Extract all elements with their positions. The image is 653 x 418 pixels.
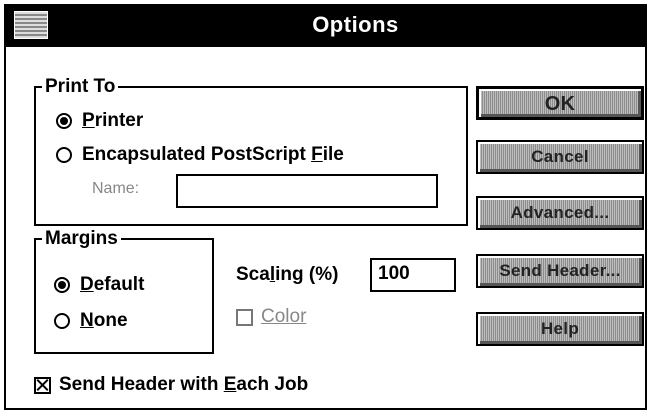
color-checkbox-box[interactable] — [236, 308, 253, 326]
ok-button[interactable]: OK — [476, 86, 644, 120]
scaling-label-prefix: Sca — [236, 264, 270, 285]
title-bar: Options — [6, 6, 645, 47]
send-header-label-prefix: Send Header with — [59, 374, 224, 395]
eps-label-suffix: ile — [322, 144, 344, 165]
default-radio-label: Default — [80, 274, 144, 296]
eps-mnemonic: F — [311, 144, 323, 165]
none-radio-label: None — [80, 310, 128, 332]
default-mnemonic: D — [80, 274, 94, 295]
printer-radio[interactable]: Printer — [56, 110, 143, 132]
color-checkbox[interactable]: Color — [236, 306, 306, 328]
margins-legend: Margins — [42, 229, 121, 249]
eps-file-radio[interactable]: Encapsulated PostScript File — [56, 144, 344, 166]
send-header-mnemonic: E — [223, 374, 237, 395]
none-label-rest: one — [93, 310, 128, 331]
none-radio-button[interactable] — [54, 313, 70, 329]
color-label: Color — [261, 306, 307, 327]
send-header-button[interactable]: Send Header... — [476, 254, 644, 288]
send-header-each-job-label: Send Header with Each Job — [59, 374, 308, 396]
printer-radio-button[interactable] — [56, 113, 72, 129]
none-mnemonic: N — [80, 310, 94, 331]
send-header-each-job-checkbox[interactable]: Send Header with Each Job — [34, 374, 308, 396]
cancel-button[interactable]: Cancel — [476, 140, 644, 174]
scaling-label-suffix: ing (%) — [275, 264, 339, 285]
name-label: Name: — [92, 180, 140, 197]
advanced-button[interactable]: Advanced... — [476, 196, 644, 230]
help-button[interactable]: Help — [476, 312, 644, 346]
scaling-label: Scaling (%) — [236, 264, 338, 286]
printer-mnemonic: P — [82, 110, 95, 131]
margins-group: Margins Default None — [34, 229, 214, 354]
name-input[interactable] — [176, 174, 438, 208]
eps-radio-button[interactable] — [56, 147, 72, 163]
send-header-checkbox-box[interactable] — [34, 376, 51, 394]
options-dialog: Options Print To Printer Encapsulated Po… — [4, 4, 647, 410]
margins-none-radio[interactable]: None — [54, 310, 128, 332]
default-radio-button[interactable] — [54, 277, 70, 293]
send-header-label-suffix: ach Job — [236, 374, 309, 395]
printer-label-rest: rinter — [94, 110, 144, 131]
printer-radio-label: Printer — [82, 110, 143, 132]
eps-label-prefix: Encapsulated PostScript — [82, 144, 312, 165]
scaling-input[interactable]: 100 — [370, 258, 456, 292]
print-to-legend: Print To — [42, 77, 119, 97]
default-label-rest: efault — [93, 274, 145, 295]
print-to-group: Print To Printer Encapsulated PostScript… — [34, 77, 468, 226]
dialog-title: Options — [312, 12, 399, 37]
system-menu-icon[interactable] — [14, 11, 48, 39]
eps-radio-label: Encapsulated PostScript File — [82, 144, 344, 166]
margins-default-radio[interactable]: Default — [54, 274, 144, 296]
